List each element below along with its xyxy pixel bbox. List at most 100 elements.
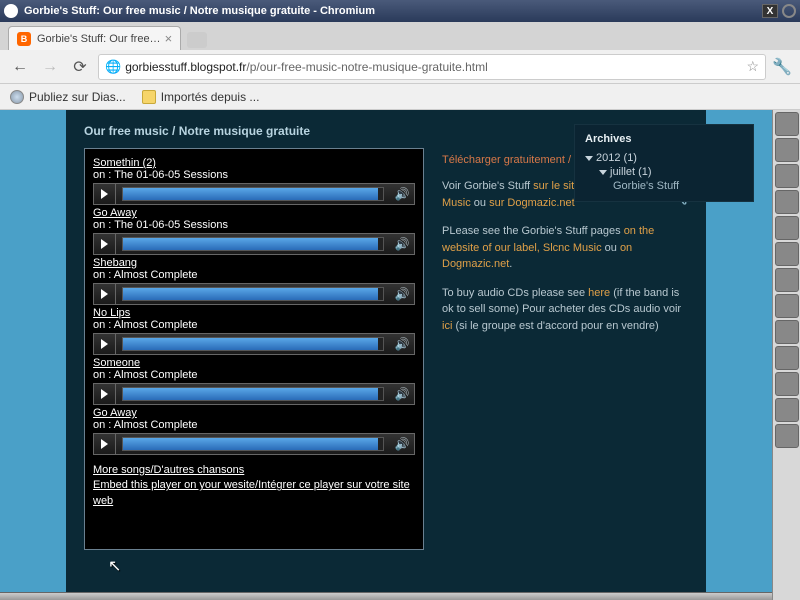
dogmazic-link[interactable]: sur Dogmazic.net bbox=[489, 197, 575, 209]
track: Go Awayon : The 01-06-05 Sessions🔊 bbox=[93, 207, 415, 255]
side-paragraph: PLease see the Gorbie's Stuff pages on t… bbox=[442, 223, 688, 273]
tray-icon[interactable] bbox=[775, 294, 799, 318]
os-system-tray bbox=[772, 110, 800, 600]
page-title: Our free music / Notre musique gratuite bbox=[84, 124, 424, 138]
buy-cd-link[interactable]: here bbox=[588, 287, 610, 299]
folder-icon bbox=[142, 90, 156, 104]
track: Somethin (2)on : The 01-06-05 Sessions 🔊 bbox=[93, 157, 415, 205]
track-title[interactable]: Go Away bbox=[93, 407, 415, 419]
os-taskbar[interactable] bbox=[0, 592, 772, 600]
menu-wrench-icon[interactable]: 🔧 bbox=[772, 57, 792, 77]
window-icon: ◴ bbox=[4, 4, 18, 18]
track-title[interactable]: Go Away bbox=[93, 207, 415, 219]
buy-cd-link-fr[interactable]: ici bbox=[442, 320, 452, 332]
tray-icon[interactable] bbox=[775, 216, 799, 240]
volume-button[interactable]: 🔊 bbox=[390, 387, 414, 401]
more-songs-link[interactable]: More songs/D'autres chansons bbox=[93, 463, 415, 478]
track-album: on : Almost Complete bbox=[93, 369, 415, 381]
forward-button[interactable]: → bbox=[38, 55, 62, 79]
volume-button[interactable]: 🔊 bbox=[390, 237, 414, 251]
tab-strip: B Gorbie's Stuff: Our free… × bbox=[0, 22, 800, 50]
tray-icon[interactable] bbox=[775, 346, 799, 370]
browser-tab[interactable]: B Gorbie's Stuff: Our free… × bbox=[8, 26, 181, 50]
side-paragraph: To buy audio CDs please see here (if the… bbox=[442, 285, 688, 335]
volume-button[interactable]: 🔊 bbox=[390, 287, 414, 301]
play-button[interactable] bbox=[94, 184, 116, 204]
progress-slider[interactable] bbox=[122, 337, 384, 351]
expand-icon bbox=[585, 156, 593, 161]
track-title[interactable]: No Lips bbox=[93, 307, 415, 319]
audio-player-bar: 🔊 bbox=[93, 383, 415, 405]
tray-icon[interactable] bbox=[775, 164, 799, 188]
tray-icon[interactable] bbox=[775, 268, 799, 292]
site-info-icon[interactable]: 🌐 bbox=[105, 59, 121, 75]
reload-button[interactable]: ⟳ bbox=[68, 55, 92, 79]
archive-post-link[interactable]: Gorbie's Stuff bbox=[585, 179, 743, 193]
tray-icon[interactable] bbox=[775, 372, 799, 396]
volume-button[interactable]: 🔊 bbox=[390, 337, 414, 351]
tray-icon[interactable] bbox=[775, 112, 799, 136]
tray-icon[interactable] bbox=[775, 242, 799, 266]
audio-player-bar: 🔊 bbox=[93, 233, 415, 255]
audio-player-bar: 🔊 bbox=[93, 433, 415, 455]
archive-month[interactable]: juillet (1) bbox=[585, 165, 743, 179]
new-tab-button[interactable] bbox=[187, 32, 207, 48]
progress-fill bbox=[123, 288, 378, 300]
page-content: Our free music / Notre musique gratuite … bbox=[0, 110, 772, 600]
volume-button[interactable]: 🔊 bbox=[390, 187, 414, 201]
volume-button[interactable]: 🔊 bbox=[390, 437, 414, 451]
window-close-button[interactable]: X bbox=[762, 4, 778, 18]
track-title[interactable]: Shebang bbox=[93, 257, 415, 269]
progress-slider[interactable] bbox=[122, 437, 384, 451]
track: Go Awayon : Almost Complete🔊 bbox=[93, 407, 415, 455]
archives-title: Archives bbox=[585, 133, 743, 145]
track-title[interactable]: Someone bbox=[93, 357, 415, 369]
progress-slider[interactable] bbox=[122, 287, 384, 301]
bookmark-star-icon[interactable]: ☆ bbox=[747, 58, 760, 75]
tab-title: Gorbie's Stuff: Our free… bbox=[37, 33, 161, 45]
tray-icon[interactable] bbox=[775, 424, 799, 448]
music-player: Somethin (2)on : The 01-06-05 Sessions🔊G… bbox=[84, 148, 424, 550]
play-button[interactable] bbox=[94, 334, 116, 354]
expand-icon bbox=[599, 170, 607, 175]
track-album: on : The 01-06-05 Sessions bbox=[93, 169, 415, 181]
play-button[interactable] bbox=[94, 434, 116, 454]
tray-icon[interactable] bbox=[775, 398, 799, 422]
url-text: gorbiesstuff.blogspot.fr/p/our-free-musi… bbox=[125, 60, 742, 74]
archives-widget: Archives 2012 (1) juillet (1) Gorbie's S… bbox=[574, 124, 754, 202]
play-button[interactable] bbox=[94, 384, 116, 404]
window-menu-icon[interactable] bbox=[782, 4, 796, 18]
back-button[interactable]: ← bbox=[8, 55, 32, 79]
tab-favicon: B bbox=[17, 32, 31, 46]
tray-icon[interactable] bbox=[775, 138, 799, 162]
play-button[interactable] bbox=[94, 284, 116, 304]
progress-slider[interactable] bbox=[122, 237, 384, 251]
track-title[interactable]: Somethin (2) bbox=[93, 157, 415, 169]
browser-toolbar: ← → ⟳ 🌐 gorbiesstuff.blogspot.fr/p/our-f… bbox=[0, 50, 800, 84]
window-title: Gorbie's Stuff: Our free music / Notre m… bbox=[24, 5, 762, 17]
track: Shebangon : Almost Complete 🔊 bbox=[93, 257, 415, 305]
tab-close-icon[interactable]: × bbox=[165, 31, 173, 46]
progress-fill bbox=[123, 438, 378, 450]
play-icon bbox=[101, 239, 108, 249]
play-icon bbox=[101, 389, 108, 399]
track-album: on : Almost Complete bbox=[93, 269, 415, 281]
bookmark-bar: Publiez sur Dias... Importés depuis ... bbox=[0, 84, 800, 110]
audio-player-bar: 🔊 bbox=[93, 183, 415, 205]
progress-slider[interactable] bbox=[122, 387, 384, 401]
main-column: Our free music / Notre musique gratuite … bbox=[84, 124, 424, 600]
play-button[interactable] bbox=[94, 234, 116, 254]
bookmark-label: Importés depuis ... bbox=[161, 90, 260, 104]
window-titlebar: ◴ Gorbie's Stuff: Our free music / Notre… bbox=[0, 0, 800, 22]
progress-slider[interactable] bbox=[122, 187, 384, 201]
bookmark-item[interactable]: Importés depuis ... bbox=[142, 90, 260, 104]
tray-icon[interactable] bbox=[775, 190, 799, 214]
bookmark-label: Publiez sur Dias... bbox=[29, 90, 126, 104]
embed-player-link[interactable]: Embed this player on your wesite/Intégre… bbox=[93, 478, 415, 509]
tray-icon[interactable] bbox=[775, 320, 799, 344]
globe-icon bbox=[10, 90, 24, 104]
address-bar[interactable]: 🌐 gorbiesstuff.blogspot.fr/p/our-free-mu… bbox=[98, 54, 766, 80]
archive-year[interactable]: 2012 (1) bbox=[585, 151, 743, 165]
track-album: on : Almost Complete bbox=[93, 319, 415, 331]
bookmark-item[interactable]: Publiez sur Dias... bbox=[10, 90, 126, 104]
